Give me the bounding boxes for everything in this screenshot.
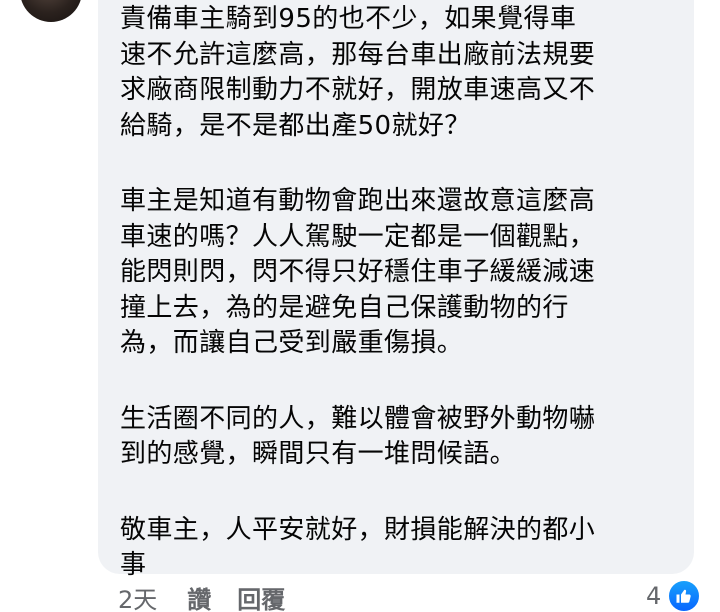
- comment-line: 生活圈不同的人，難以體會被野外動物嚇: [120, 403, 596, 434]
- comment-line: 車速的嗎？人人駕駛一定都是一個觀點，: [120, 221, 596, 252]
- reaction-summary[interactable]: 4: [646, 579, 702, 612]
- comment-line: 撞上去，為的是避免自己保護動物的行: [120, 292, 569, 323]
- comment-bubble: 責備車主騎到95的也不少，如果覺得車 速不允許這麼高，那每台車出廠前法規要 求廠…: [98, 0, 694, 580]
- comment-paragraph: 車主是知道有動物會跑出來還故意這麼高 車速的嗎？人人駕駛一定都是一個觀點， 能閃…: [120, 184, 676, 362]
- comment-line: 求廠商限制動力不就好，開放車速高又不: [120, 75, 596, 105]
- like-button[interactable]: 讚: [187, 580, 211, 612]
- thumbs-up-icon: [667, 579, 702, 612]
- reaction-count: 4: [646, 582, 662, 610]
- comment-paragraph: 責備車主騎到95的也不少，如果覺得車 速不允許這麼高，那每台車出廠前法規要 求廠…: [120, 2, 676, 144]
- comment-line: 速不允許這麼高，那每台車出廠前法規要: [120, 39, 596, 70]
- comment-line: 敬車主，人平安就好，財損能解決的都小: [120, 514, 596, 545]
- comment-line: 到的感覺，瞬間只有一堆問候語。: [120, 439, 517, 469]
- comment-timestamp[interactable]: 2天: [118, 580, 157, 612]
- comment-line: 車主是知道有動物會跑出來還故意這麼高: [120, 186, 596, 216]
- comment-actions: 2天 讚 回覆: [118, 582, 311, 612]
- comment-line: 責備車主騎到95的也不少，如果覺得車: [120, 4, 577, 34]
- avatar[interactable]: [20, 0, 82, 22]
- comment-thread: 責備車主騎到95的也不少，如果覺得車 速不允許這麼高，那每台車出廠前法規要 求廠…: [0, 0, 720, 612]
- comment-line: 事: [120, 550, 147, 580]
- comment-line: 能閃則閃，閃不得只好穩住車子緩緩減速: [120, 257, 596, 287]
- comment-paragraph: 敬車主，人平安就好，財損能解決的都小 事: [120, 513, 676, 584]
- comment-line: 給騎，是不是都出產50就好？: [120, 110, 471, 141]
- comment-line: 為，而讓自己受到嚴重傷損。: [120, 328, 464, 358]
- comment-paragraph: 生活圈不同的人，難以體會被野外動物嚇 到的感覺，瞬間只有一堆問候語。: [120, 402, 676, 473]
- reply-button[interactable]: 回覆: [237, 580, 285, 612]
